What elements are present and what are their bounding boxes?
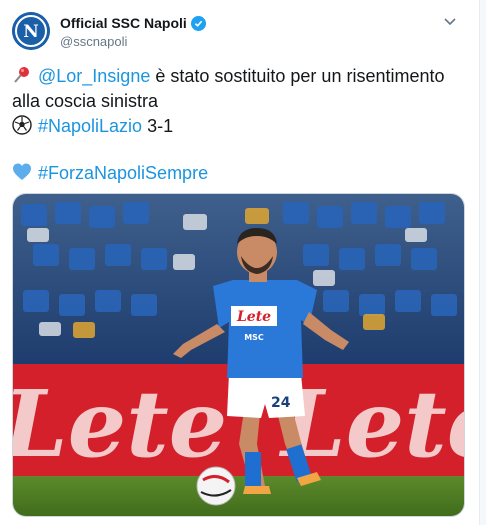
player-photo: Lete Lete 24 Lete (13, 194, 464, 516)
banner-sponsor-left: Lete (13, 370, 227, 478)
jersey-sponsor: Lete (236, 309, 271, 325)
soccer-ball-icon (12, 115, 32, 135)
pushpin-icon (12, 65, 32, 85)
author-name[interactable]: Official SSC Napoli (60, 15, 206, 31)
author-name-text[interactable]: Official SSC Napoli (60, 15, 187, 31)
hashtag-link[interactable]: #NapoliLazio (38, 116, 142, 136)
tweet-text-line-4: #ForzaNapoliSempre (12, 161, 208, 185)
tweet-text-line-2: alla coscia sinistra (12, 91, 159, 111)
hashtag-link[interactable]: #ForzaNapoliSempre (38, 163, 208, 183)
mention-link[interactable]: @Lor_Insigne (38, 66, 150, 86)
tweet-card: N Official SSC Napoli @sscnapoli @Lor_In… (0, 0, 480, 525)
tweet-text-line-1: @Lor_Insigne è stato sostituito per un r… (12, 64, 445, 88)
napoli-logo: N (12, 12, 50, 50)
svg-text:N: N (23, 22, 39, 42)
blue-heart-icon (12, 162, 32, 182)
soccer-ball-in-photo (196, 466, 236, 506)
chevron-down-icon[interactable] (443, 14, 457, 28)
tweet-photo[interactable]: Lete Lete 24 Lete (12, 193, 465, 517)
tweet-text-segment: è stato sostituito per un risentimento (150, 66, 445, 86)
match-score: 3-1 (142, 116, 174, 136)
shorts-number: 24 (271, 395, 291, 411)
verified-badge-icon (190, 15, 206, 31)
author-handle[interactable]: @sscnapoli (60, 34, 127, 49)
tweet-text-line-3: #NapoliLazio 3-1 (12, 114, 173, 138)
avatar[interactable]: N (12, 12, 50, 50)
jersey-sub-sponsor: MSC (244, 333, 264, 342)
scrollbar-track[interactable] (480, 0, 486, 525)
